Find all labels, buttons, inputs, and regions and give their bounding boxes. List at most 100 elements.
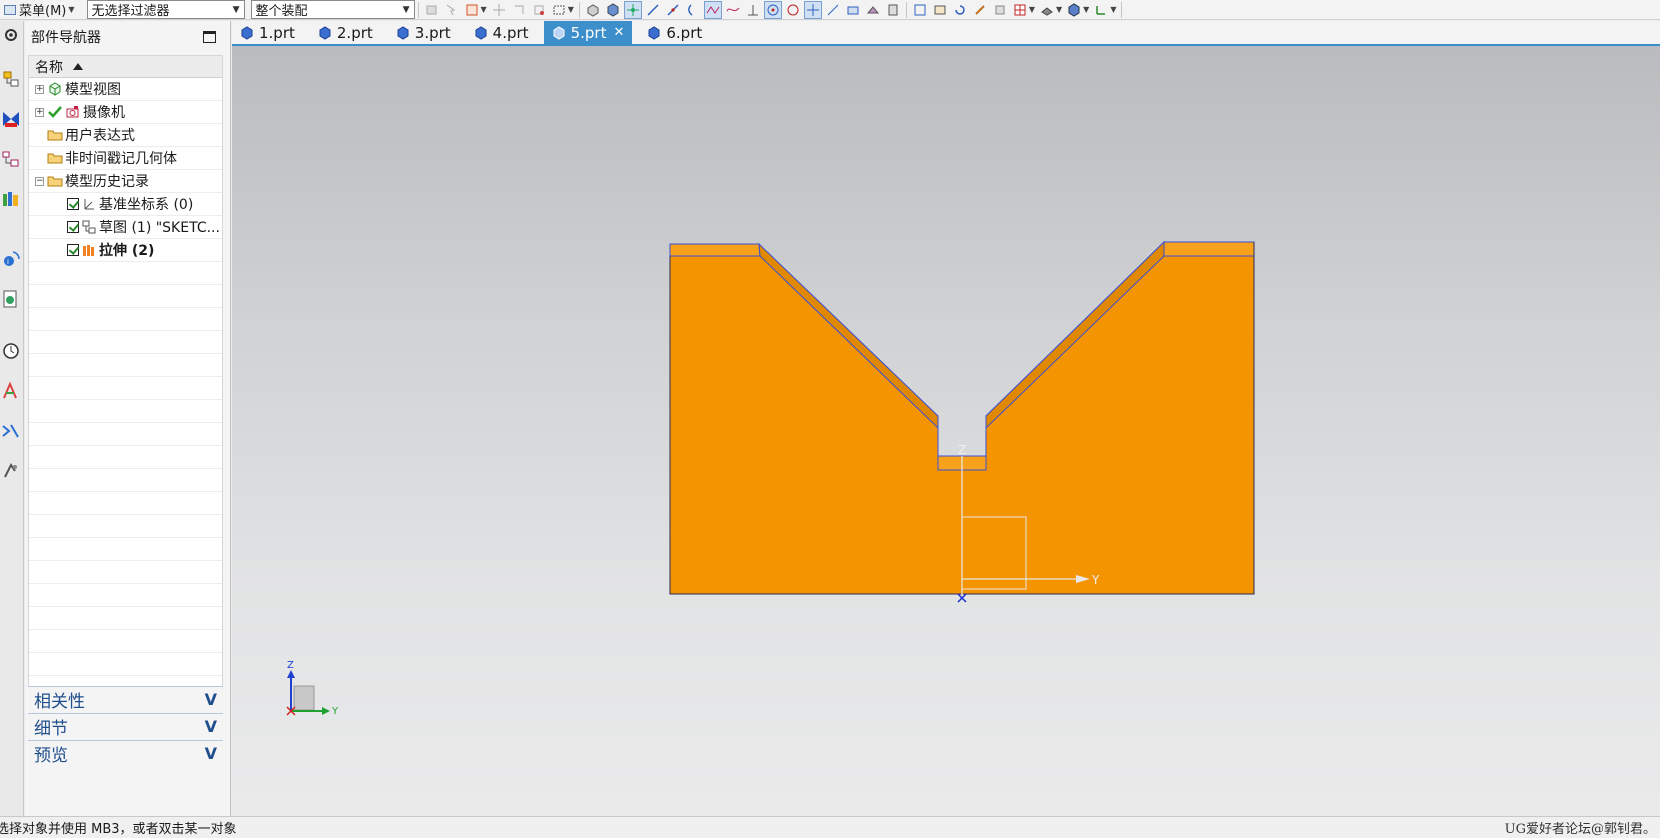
point-on-face-icon[interactable] — [844, 1, 862, 19]
chevron-down-icon[interactable]: ▼ — [1056, 5, 1062, 14]
curve-point-icon[interactable] — [724, 1, 742, 19]
midpoint-icon[interactable] — [664, 1, 682, 19]
visualization-icon[interactable] — [0, 379, 22, 403]
tab-2-prt[interactable]: 2.prt — [310, 21, 381, 44]
tree-row-empty — [29, 377, 222, 400]
tab-6-prt[interactable]: 6.prt — [639, 21, 710, 44]
assembly-navigator-icon[interactable] — [0, 67, 22, 91]
web-browser-icon[interactable]: i — [0, 247, 22, 271]
tree-row-timestamp-free-geometry[interactable]: 非时间戳记几何体 — [29, 147, 222, 170]
rectangle-select-icon[interactable] — [550, 1, 568, 19]
visibility-checkbox[interactable] — [67, 244, 79, 256]
model-canvas[interactable]: Z Y Z Y — [232, 46, 1660, 816]
chevron-down-icon[interactable]: ▼ — [481, 5, 487, 14]
roles-icon[interactable] — [0, 419, 22, 443]
general-select-icon[interactable] — [443, 1, 461, 19]
constraint-navigator-icon[interactable] — [0, 107, 22, 131]
tab-5-prt[interactable]: 5.prt ✕ — [543, 21, 633, 44]
tree-row-model-views[interactable]: + 模型视图 — [29, 78, 222, 101]
select-face-icon[interactable] — [510, 1, 528, 19]
chevron-down-icon[interactable]: ▼ — [1110, 5, 1116, 14]
shaded-view-icon[interactable] — [584, 1, 602, 19]
chevron-down-icon[interactable]: ▼ — [568, 5, 574, 14]
display-mode-icon[interactable] — [1011, 1, 1029, 19]
view-triad-icon[interactable] — [1092, 1, 1110, 19]
tree-row-label: 基准坐标系 (0) — [99, 197, 194, 213]
visibility-checkbox[interactable] — [67, 198, 79, 210]
rendering-style-icon[interactable] — [1038, 1, 1056, 19]
file-tabs: 1.prt 2.prt 3.prt 4.prt 5.prt ✕ 6.prt — [232, 21, 1660, 46]
snap-point-icon[interactable] — [623, 0, 642, 19]
csys-y-label: Y — [1091, 573, 1100, 587]
tree-row-extrude[interactable]: 拉伸 (2) — [29, 239, 222, 262]
intersection-icon[interactable] — [703, 0, 722, 19]
clip-section-icon[interactable] — [991, 1, 1009, 19]
control-point-icon[interactable] — [684, 1, 702, 19]
expand-icon[interactable]: + — [35, 107, 44, 117]
arc-center-icon[interactable] — [763, 0, 782, 19]
reuse-library-icon[interactable] — [0, 187, 22, 211]
tree-row-empty — [29, 469, 222, 492]
v-block-top-face-left[interactable] — [669, 243, 761, 257]
tree-row-empty — [29, 538, 222, 561]
maximize-icon[interactable] — [203, 31, 216, 43]
tab-label: 3.prt — [414, 23, 451, 42]
history-icon[interactable] — [0, 287, 22, 311]
folder-icon — [47, 127, 63, 143]
tree-row-model-history[interactable]: − 模型历史记录 — [29, 170, 222, 193]
column-header-name[interactable]: 名称 — [29, 56, 222, 78]
assembly-scope-dropdown[interactable]: 整个装配 ▼ — [250, 0, 415, 19]
select-features-icon[interactable] — [423, 1, 441, 19]
existing-point-icon[interactable] — [803, 0, 822, 19]
chevron-down-icon[interactable]: ▼ — [1083, 5, 1089, 14]
triad-y-label: Y — [331, 706, 339, 717]
menu-button[interactable]: 菜单(M) ▼ — [0, 1, 81, 19]
tree-row-sketch[interactable]: 草图 (1) "SKETC... — [29, 216, 222, 239]
bounded-grid-icon[interactable] — [864, 1, 882, 19]
rotate-icon[interactable] — [951, 1, 969, 19]
close-icon[interactable]: ✕ — [613, 25, 624, 40]
panel-preview[interactable]: 预览 V — [28, 740, 223, 766]
tree-row-datum-csys[interactable]: 基准坐标系 (0) — [29, 193, 222, 216]
point-on-curve-icon[interactable] — [824, 1, 842, 19]
view-triad[interactable] — [286, 670, 330, 716]
panel-dependencies[interactable]: 相关性 V — [28, 686, 223, 712]
navigator-title: 部件导航器 — [31, 30, 101, 46]
edit-section-icon[interactable] — [971, 1, 989, 19]
fit-view-icon[interactable] — [911, 1, 929, 19]
select-edge-icon[interactable] — [530, 1, 548, 19]
snap-component-icon[interactable] — [463, 1, 481, 19]
zoom-icon[interactable] — [931, 1, 949, 19]
folder-icon — [47, 150, 63, 166]
select-body-icon[interactable] — [490, 1, 508, 19]
navigator-tree: 名称 + 模型视图 + 摄像机 用户表达式 非时间戳记几何体 − 模型历史记录 — [28, 55, 223, 705]
visibility-checkbox[interactable] — [67, 221, 79, 233]
tree-row-user-expressions[interactable]: 用户表达式 — [29, 124, 222, 147]
perpendicular-icon[interactable] — [744, 1, 762, 19]
solid-body-icon[interactable] — [604, 1, 622, 19]
chevron-down-icon[interactable]: ▼ — [1029, 5, 1035, 14]
graphics-window[interactable]: Z Y Z Y — [232, 46, 1660, 816]
panel-details[interactable]: 细节 V — [28, 713, 223, 739]
part-file-icon — [553, 25, 565, 40]
collapse-icon[interactable]: − — [35, 176, 44, 186]
orient-view-icon[interactable] — [1065, 1, 1083, 19]
expand-icon[interactable]: + — [35, 84, 44, 94]
selection-filter-dropdown[interactable]: 无选择过滤器 ▼ — [86, 0, 245, 19]
endpoint-icon[interactable] — [644, 1, 662, 19]
sort-ascending-icon — [73, 63, 83, 70]
tab-3-prt[interactable]: 3.prt — [388, 21, 459, 44]
part-navigator-icon[interactable] — [0, 147, 22, 171]
gear-icon[interactable] — [0, 23, 22, 47]
camera-icon — [65, 104, 81, 120]
v-block-top-face-right[interactable] — [1163, 241, 1255, 257]
panel-label: 细节 — [34, 719, 68, 739]
tab-1-prt[interactable]: 1.prt — [232, 21, 303, 44]
clock-icon[interactable] — [0, 339, 22, 363]
tab-4-prt[interactable]: 4.prt — [466, 21, 537, 44]
system-scene-icon[interactable] — [0, 459, 22, 483]
layer-icon[interactable] — [884, 1, 902, 19]
quadrant-point-icon[interactable] — [784, 1, 802, 19]
tree-row-camera[interactable]: + 摄像机 — [29, 101, 222, 124]
tab-label: 6.prt — [666, 23, 703, 42]
